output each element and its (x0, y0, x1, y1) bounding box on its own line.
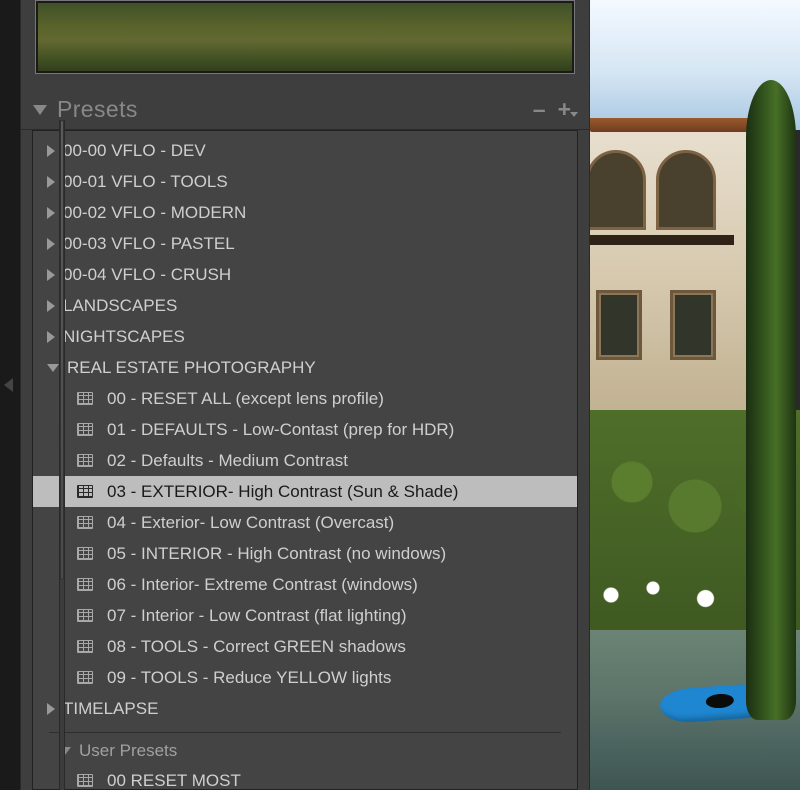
preset-item[interactable]: 00 - RESET ALL (except lens profile) (33, 383, 577, 414)
preset-folder[interactable]: 00-02 VFLO - MODERN (33, 197, 577, 228)
preset-label: 03 - EXTERIOR- High Contrast (Sun & Shad… (107, 482, 458, 502)
preset-label: 02 - Defaults - Medium Contrast (107, 451, 348, 471)
panel-add-button[interactable]: + (558, 98, 571, 121)
preset-label: 00 - RESET ALL (except lens profile) (107, 389, 384, 409)
chevron-right-icon[interactable] (47, 331, 55, 343)
thumbnail-frame (35, 0, 575, 74)
preset-grid-icon (77, 423, 93, 436)
chevron-right-icon[interactable] (47, 238, 55, 250)
preset-folder[interactable]: 00-04 VFLO - CRUSH (33, 259, 577, 290)
panel-disclosure-icon[interactable] (33, 105, 47, 115)
preset-item[interactable]: 09 - TOOLS - Reduce YELLOW lights (33, 662, 577, 693)
preset-grid-icon (77, 671, 93, 684)
preset-grid-icon (77, 547, 93, 560)
preset-folder[interactable]: 00-01 VFLO - TOOLS (33, 166, 577, 197)
preset-folder[interactable]: 00-00 VFLO - DEV (33, 135, 577, 166)
preset-item[interactable]: 08 - TOOLS - Correct GREEN shadows (33, 631, 577, 662)
folder-label: 00-00 VFLO - DEV (63, 141, 206, 161)
preset-folder[interactable]: 00-03 VFLO - PASTEL (33, 228, 577, 259)
divider (49, 732, 561, 733)
presets-panel-header[interactable]: Presets – + (21, 92, 589, 130)
panel-minimize-button[interactable]: – (533, 98, 546, 121)
chevron-right-icon[interactable] (47, 703, 55, 715)
chevron-right-icon[interactable] (47, 300, 55, 312)
preset-item[interactable]: 06 - Interior- Extreme Contrast (windows… (33, 569, 577, 600)
presets-tree: 00-00 VFLO - DEV 00-01 VFLO - TOOLS 00-02 … (32, 130, 578, 790)
preset-grid-icon (77, 774, 93, 787)
preset-grid-icon (77, 516, 93, 529)
preset-label: 04 - Exterior- Low Contrast (Overcast) (107, 513, 394, 533)
folder-label: REAL ESTATE PHOTOGRAPHY (67, 358, 316, 378)
preset-folder[interactable]: LANDSCAPES (33, 290, 577, 321)
panel-scrollbar-thumb[interactable] (60, 120, 64, 580)
chevron-down-icon[interactable] (47, 364, 59, 372)
image-preview-pane[interactable] (590, 0, 800, 790)
preset-label: 06 - Interior- Extreme Contrast (windows… (107, 575, 418, 595)
folder-label: 00-04 VFLO - CRUSH (63, 265, 231, 285)
preset-item[interactable]: 02 - Defaults - Medium Contrast (33, 445, 577, 476)
presets-panel-column: Presets – + 00-00 VFLO - DEV 00-01 VFLO -… (20, 0, 590, 790)
thumbnail-image[interactable] (38, 3, 572, 71)
preset-label: 05 - INTERIOR - High Contrast (no window… (107, 544, 446, 564)
chevron-right-icon[interactable] (47, 269, 55, 281)
folder-label: TIMELAPSE (63, 699, 158, 719)
chevron-right-icon[interactable] (47, 207, 55, 219)
folder-label: 00-03 VFLO - PASTEL (63, 234, 235, 254)
preset-grid-icon (77, 392, 93, 405)
preset-item[interactable]: 05 - INTERIOR - High Contrast (no window… (33, 538, 577, 569)
preset-grid-icon (77, 640, 93, 653)
preset-label: 08 - TOOLS - Correct GREEN shadows (107, 637, 406, 657)
preset-folder[interactable]: REAL ESTATE PHOTOGRAPHY (33, 352, 577, 383)
preset-label: 01 - DEFAULTS - Low-Contast (prep for HD… (107, 420, 454, 440)
preset-grid-icon (77, 454, 93, 467)
preset-label: 00 RESET MOST (107, 771, 241, 790)
preset-item[interactable]: 04 - Exterior- Low Contrast (Overcast) (33, 507, 577, 538)
navigator-thumbnail-area (21, 0, 589, 92)
panel-collapse-handle[interactable] (4, 378, 13, 392)
folder-label: 00-02 VFLO - MODERN (63, 203, 246, 223)
preset-label: 09 - TOOLS - Reduce YELLOW lights (107, 668, 391, 688)
panel-title: Presets (57, 96, 521, 123)
preset-folder[interactable]: NIGHTSCAPES (33, 321, 577, 352)
section-label: User Presets (79, 741, 177, 761)
folder-label: 00-01 VFLO - TOOLS (63, 172, 228, 192)
chevron-right-icon[interactable] (47, 176, 55, 188)
preset-grid-icon (77, 485, 93, 498)
preset-grid-icon (77, 609, 93, 622)
folder-label: LANDSCAPES (63, 296, 177, 316)
preset-item[interactable]: 01 - DEFAULTS - Low-Contast (prep for HD… (33, 414, 577, 445)
preset-item[interactable]: 07 - Interior - Low Contrast (flat light… (33, 600, 577, 631)
preview-image (590, 0, 800, 790)
user-presets-section[interactable]: User Presets (33, 737, 577, 765)
chevron-right-icon[interactable] (47, 145, 55, 157)
preset-label: 07 - Interior - Low Contrast (flat light… (107, 606, 407, 626)
folder-label: NIGHTSCAPES (63, 327, 185, 347)
left-rail (0, 0, 20, 790)
preset-item[interactable]: 00 RESET MOST (33, 765, 577, 790)
preset-folder[interactable]: TIMELAPSE (33, 693, 577, 724)
preset-grid-icon (77, 578, 93, 591)
preset-item[interactable]: 03 - EXTERIOR- High Contrast (Sun & Shad… (33, 476, 577, 507)
panel-scrollbar-track[interactable] (59, 120, 65, 790)
